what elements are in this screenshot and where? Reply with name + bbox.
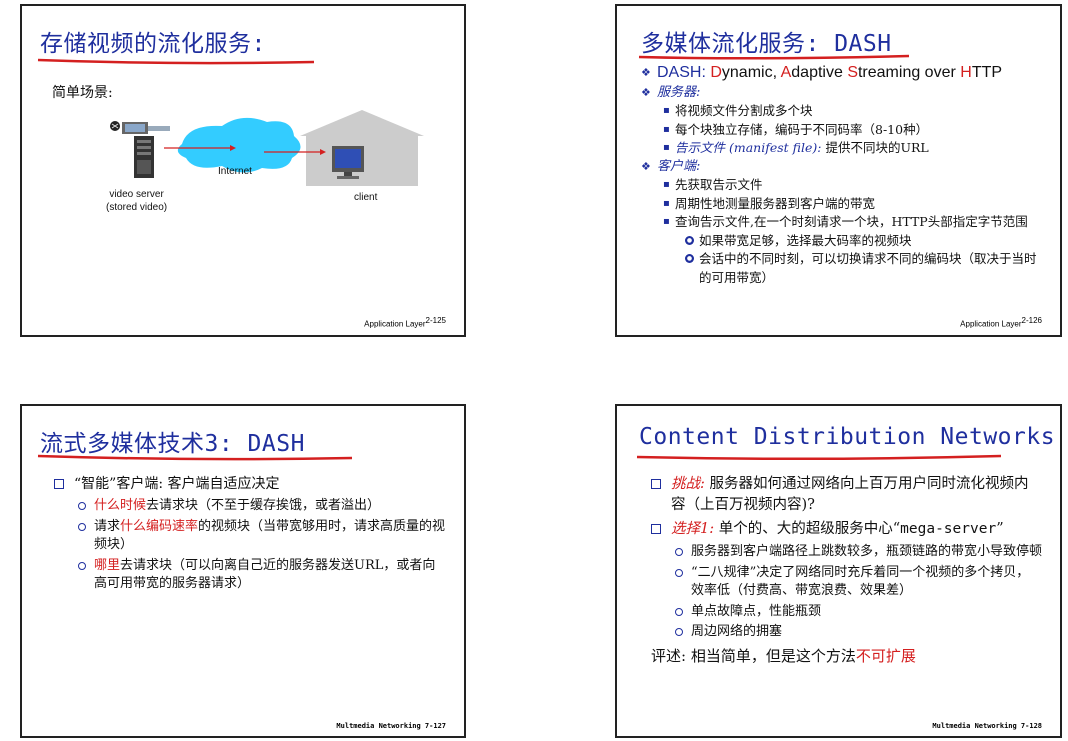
list-item: ▪ 先获取告示文件 [641, 176, 1046, 195]
video-server-icon [110, 121, 170, 178]
internet-cloud-icon [177, 117, 301, 173]
dash-content: ❖ DASH: Dynamic, Adaptive Streaming over… [641, 64, 1046, 287]
square-bullet-icon: ▪ [663, 123, 670, 135]
circle-bullet-icon [675, 568, 683, 577]
dash-client-content: “智能”客户端: 客户端自适应决定 什么时候去请求块（不至于缓存挨饿，或者溢出）… [54, 474, 446, 594]
list-item: ▪ 将视频文件分割成多个块 [641, 102, 1046, 121]
slide-7-127: 流式多媒体技术3: DASH “智能”客户端: 客户端自适应决定 什么时候去请求… [20, 404, 466, 738]
circle-bullet-icon [78, 561, 86, 570]
square-bullet-icon: ▪ [663, 179, 670, 190]
server-caption-line: video server [109, 189, 164, 200]
diamond-bullet-icon: ❖ [641, 85, 651, 99]
slide-footer: Application Layer2-125 [364, 316, 446, 329]
list-item: “二八规律”决定了网络同时充斥着同一个视频的多个拷贝，效率低（付费高、带宽浪费、… [651, 564, 1042, 601]
server-heading: 服务器: [657, 84, 701, 100]
scenario-label: 简单场景: [52, 85, 113, 101]
circle-bullet-icon [78, 502, 86, 510]
client-label: client [354, 192, 378, 203]
square-bullet-icon: ▪ [663, 216, 670, 227]
title-underline [636, 454, 1002, 461]
footer-text: Application Layer [960, 320, 1022, 329]
list-item: 挑战: 服务器如何通过网络向上百万用户同时流化视频内容（上百万视频内容)? [651, 474, 1042, 516]
circle-bullet-icon [675, 607, 683, 616]
list-item: “智能”客户端: 客户端自适应决定 [54, 474, 446, 494]
title-underline [37, 454, 353, 461]
list-item: ▪ 查询告示文件,在一个时刻请求一个块，HTTP头部指定字节范围 [641, 213, 1046, 232]
footer-text: Application Layer [364, 320, 426, 329]
footer-page-number: 2-126 [1021, 316, 1042, 326]
slide-footer: Multmedia Networking 7-127 [336, 722, 446, 730]
list-item: 单点故障点，性能瓶颈 [651, 603, 1042, 622]
list-item: 周边网络的拥塞 [651, 623, 1042, 642]
server-caption: video server (stored video) [106, 188, 167, 214]
slide-title: Content Distribution Networks [639, 424, 1056, 450]
list-item: ● 如果带宽足够，选择最大码率的视频块 [685, 232, 912, 248]
slide-2-125: 存储视频的流化服务: 简单场景: Internet video server (… [20, 4, 466, 337]
list-item: ❖ DASH: Dynamic, Adaptive Streaming over… [641, 64, 1046, 84]
list-item: 什么时候去请求块（不至于缓存挨饿，或者溢出） [54, 497, 446, 516]
square-bullet-icon [651, 479, 661, 489]
list-item: 哪里去请求块（可以向离自己近的服务器发送URL，或者向高可用带宽的服务器请求） [54, 557, 446, 594]
circle-bullet-icon [78, 522, 86, 531]
circle-bullet-icon [675, 628, 683, 636]
slide-2-126: 多媒体流化服务: DASH ❖ DASH: Dynamic, Adaptive … [615, 4, 1062, 337]
list-item: ❖ 服务器: [641, 84, 1046, 103]
circle-bullet-icon [675, 548, 683, 556]
title-underline [37, 58, 315, 65]
list-item: 请求什么编码速率的视频块（当带宽够用时，请求高质量的视频块） [54, 518, 446, 555]
square-bullet-icon: ▪ [663, 197, 670, 209]
list-item: 服务器到客户端路径上跳数较多，瓶颈链路的带宽小导致停顿 [651, 543, 1042, 562]
circle-bullet-icon: ● [685, 254, 694, 263]
server-caption-line: (stored video) [106, 202, 168, 213]
list-item: ▪ 告示文件 (manifest file): 提供不同块的URL [641, 139, 1046, 158]
list-item: ▪ 每个块独立存储，编码于不同码率（8-10种） [641, 121, 1046, 140]
list-item: 选择1: 单个的、大的超级服务中心“mega-server” [651, 519, 1042, 540]
list-item: ● 会话中的不同时刻，可以切换请求不同的编码块（取决于当时的可用带宽） [685, 251, 1037, 285]
cdn-content: 挑战: 服务器如何通过网络向上百万用户同时流化视频内容（上百万视频内容)? 选择… [651, 474, 1042, 667]
square-bullet-icon [651, 524, 661, 534]
slide-7-128: Content Distribution Networks 挑战: 服务器如何通… [615, 404, 1062, 738]
streaming-diagram: Internet video server (stored video) cli… [82, 106, 462, 226]
diamond-bullet-icon: ❖ [641, 159, 651, 173]
list-item: ❖ 客户端: [641, 158, 1046, 177]
list-item: ▪ 周期性地测量服务器到客户端的带宽 [641, 195, 1046, 214]
square-bullet-icon: ▪ [663, 142, 670, 153]
slide-title: 存储视频的流化服务: [40, 31, 266, 57]
title-underline [638, 54, 910, 60]
footer-page-number: 2-125 [425, 316, 446, 326]
client-heading: 客户端: [657, 158, 701, 174]
internet-label: Internet [218, 166, 252, 177]
comment-line: 评述: 相当简单，但是这个方法不可扩展 [651, 646, 916, 665]
slide-footer: Application Layer2-126 [960, 316, 1042, 329]
dash-acronym: DASH: Dynamic, Adaptive Streaming over H… [657, 64, 1003, 81]
square-bullet-icon [54, 479, 64, 489]
diamond-bullet-icon: ❖ [641, 66, 651, 79]
square-bullet-icon: ▪ [663, 105, 670, 116]
circle-bullet-icon: ● [685, 235, 694, 245]
slide-footer: Multmedia Networking 7-128 [932, 722, 1042, 730]
